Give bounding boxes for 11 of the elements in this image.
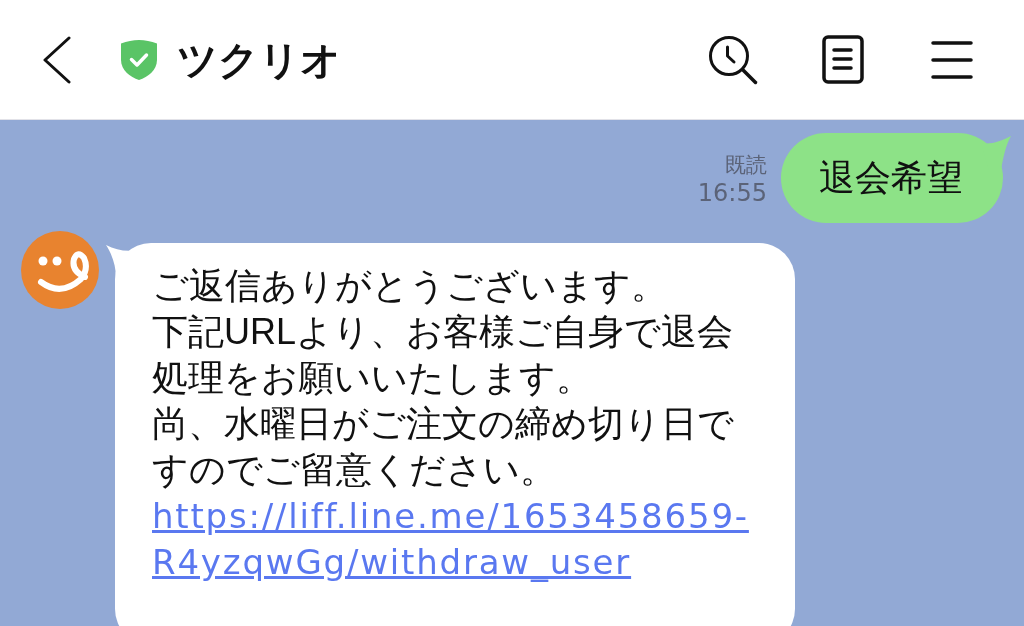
clock-search-icon[interactable] xyxy=(708,34,758,85)
timestamp: 16:55 xyxy=(697,178,767,208)
message-text: ご返信ありがとうございます。 下記URLより、お客様ご自身で退会 処理をお願いいたします。 尚、水曜日がご注文の締め切り日で すのでご留意ください。 xyxy=(152,264,735,492)
message-link[interactable]: https://liff.line.me/1653458659-R4yzqwGg/withdraw_user xyxy=(152,493,758,585)
menu-icon[interactable] xyxy=(931,39,973,80)
message-text: 退会希望 xyxy=(819,156,963,200)
chat-title: ツクリオ xyxy=(177,36,341,84)
document-icon[interactable] xyxy=(822,35,864,84)
smiley-avatar-icon[interactable] xyxy=(21,231,99,309)
back-icon[interactable] xyxy=(42,35,72,84)
read-receipt: 既読 xyxy=(725,152,767,178)
